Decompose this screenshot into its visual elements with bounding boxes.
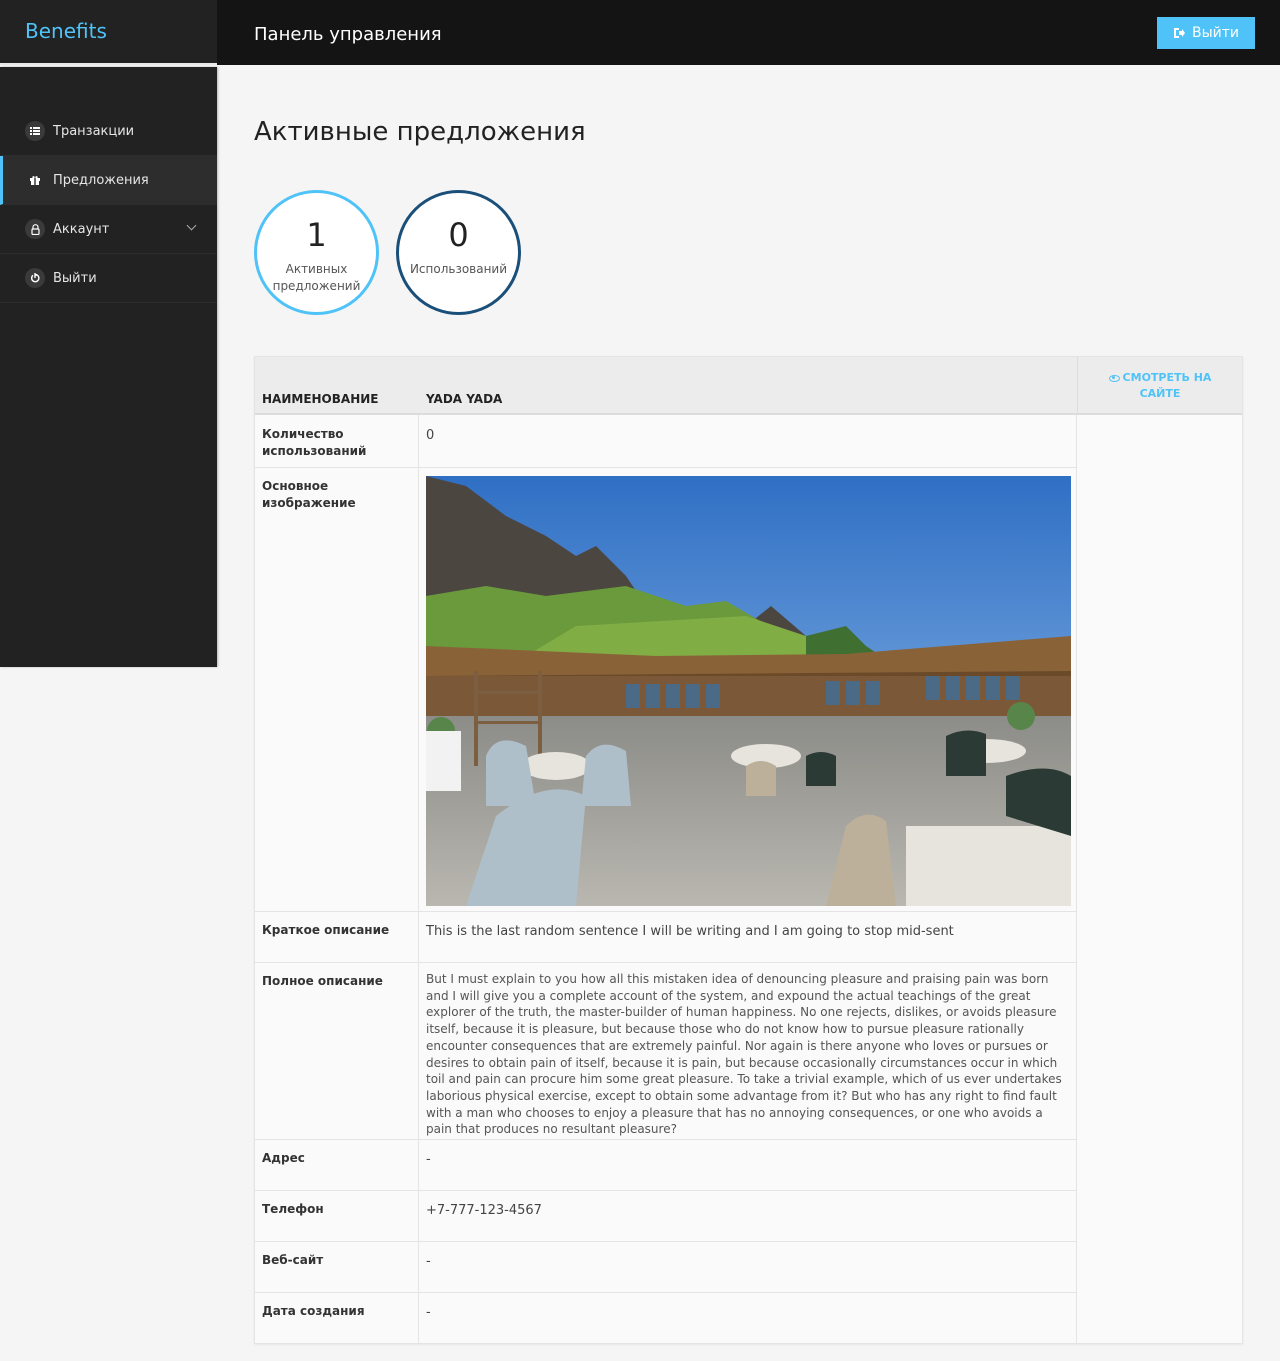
view-link-text: САЙТЕ: [1139, 387, 1181, 400]
stat-label-line: Использований: [409, 262, 508, 276]
list-icon: [25, 121, 45, 141]
row-label: Полное описание: [262, 974, 383, 988]
table-row: Краткое описание This is the last random…: [255, 912, 1077, 963]
header-name-label: НАИМЕНОВАНИЕ: [262, 392, 379, 406]
stat-label-line: предложений: [272, 279, 361, 293]
sidebar-item-label: Выйти: [53, 270, 97, 286]
stat-value: 0: [448, 216, 469, 254]
row-label-line: Количество: [262, 427, 344, 441]
table-row: Количество использований 0: [255, 416, 1077, 468]
row-value: 0: [426, 428, 435, 443]
page-title: Активные предложения: [254, 117, 586, 147]
stat-value: 1: [306, 216, 327, 254]
logout-button[interactable]: Выйти: [1157, 17, 1255, 49]
header-title: Панель управления: [254, 24, 442, 45]
row-label: Краткое описание: [262, 923, 390, 937]
stat-label: Активных предложений: [273, 261, 361, 295]
row-value: But I must explain to you how all this m…: [426, 972, 1062, 1137]
row-label: Дата создания: [262, 1304, 365, 1318]
sidebar-item-label: Предложения: [53, 172, 149, 188]
row-value: This is the last random sentence I will …: [426, 924, 954, 939]
top-bar: Benefits Панель управления Выйти: [0, 0, 1280, 65]
table-header: НАИМЕНОВАНИЕ YADA YADA СМОТРЕТЬ НА САЙТЕ: [255, 357, 1242, 415]
sidebar-item-offers[interactable]: Предложения: [0, 156, 217, 205]
view-link-text: СМОТРЕТЬ НА: [1122, 371, 1212, 384]
row-label: Телефон: [262, 1202, 324, 1216]
sidebar-item-label: Транзакции: [53, 123, 135, 139]
eye-icon: [1108, 374, 1120, 382]
row-label: Адрес: [262, 1151, 305, 1165]
row-value: -: [426, 1305, 431, 1320]
row-label-line: использований: [262, 444, 367, 458]
sidebar-item-transactions[interactable]: Транзакции: [0, 107, 217, 156]
row-label: Количество использований: [262, 426, 412, 460]
table-row: Адрес -: [255, 1140, 1077, 1191]
stat-active-offers: 1 Активных предложений: [254, 190, 379, 315]
row-value: -: [426, 1152, 431, 1167]
chevron-down-icon: [186, 220, 197, 231]
logout-label: Выйти: [1191, 25, 1239, 41]
sidebar-item-account[interactable]: Аккаунт: [0, 205, 217, 254]
table-row: Основное изображение: [255, 468, 1077, 912]
row-label: Основное изображение: [262, 479, 356, 510]
offer-name: YADA YADA: [426, 392, 503, 406]
sign-out-icon: [1173, 28, 1185, 38]
row-value: -: [426, 1254, 431, 1269]
sidebar-item-label: Аккаунт: [53, 221, 110, 237]
power-icon: [25, 268, 45, 288]
sidebar: Транзакции Предложения Аккаунт Выйти: [0, 67, 217, 667]
stat-label-line: Активных: [285, 262, 348, 276]
offer-details-table: НАИМЕНОВАНИЕ YADA YADA СМОТРЕТЬ НА САЙТЕ…: [254, 356, 1243, 1344]
stat-usages: 0 Использований: [396, 190, 521, 315]
row-label: Веб-сайт: [262, 1253, 324, 1267]
brand-name: Benefits: [25, 19, 107, 43]
offer-main-image[interactable]: [426, 476, 1071, 906]
view-on-site-link[interactable]: СМОТРЕТЬ НА САЙТЕ: [1077, 357, 1242, 415]
lock-icon: [25, 219, 45, 239]
sidebar-nav: Транзакции Предложения Аккаунт Выйти: [0, 107, 217, 303]
table-row: Дата создания -: [255, 1293, 1077, 1344]
table-row: Телефон +7-777-123-4567: [255, 1191, 1077, 1242]
gift-icon: [25, 170, 45, 190]
row-value: +7-777-123-4567: [426, 1203, 542, 1218]
brand-logo[interactable]: Benefits: [0, 0, 217, 65]
sidebar-item-logout[interactable]: Выйти: [0, 254, 217, 303]
table-row: Полное описание But I must explain to yo…: [255, 963, 1077, 1140]
table-row: Веб-сайт -: [255, 1242, 1077, 1293]
stat-label: Использований: [410, 261, 507, 278]
